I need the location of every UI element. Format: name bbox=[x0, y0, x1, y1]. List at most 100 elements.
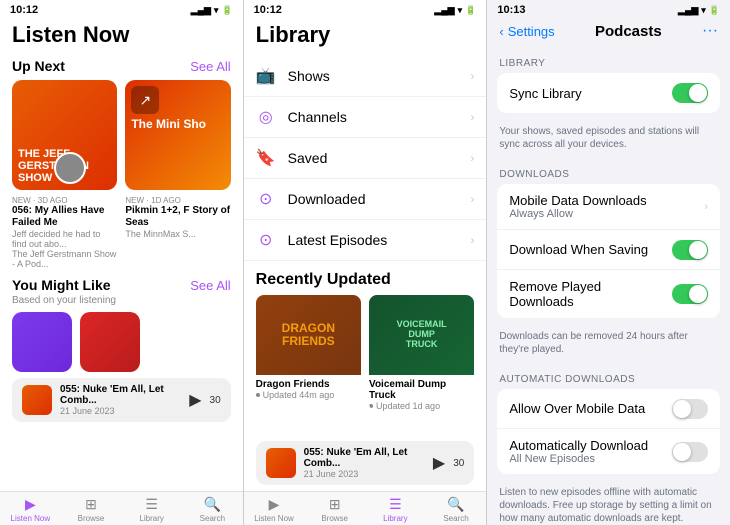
library-header: Library bbox=[244, 18, 487, 56]
voicemail-label: Voicemail Dump Truck bbox=[369, 379, 474, 401]
mini-thumb-p2 bbox=[266, 448, 296, 478]
status-icons-p1: ▂▄▆ ▾ 🔋 bbox=[191, 5, 233, 16]
ml-card-2[interactable] bbox=[80, 312, 140, 372]
mini-title-p2: 055: Nuke 'Em All, Let Comb... bbox=[304, 447, 425, 469]
auto-download-stack: Automatically Download All New Episodes bbox=[509, 438, 664, 465]
more-options-button[interactable]: ··· bbox=[702, 22, 718, 40]
status-bar-p1: 10:12 ▂▄▆ ▾ 🔋 bbox=[0, 0, 243, 18]
library-title: Library bbox=[256, 22, 475, 48]
tab-library[interactable]: ☰ Library bbox=[121, 496, 182, 523]
see-all-2-button[interactable]: See All bbox=[190, 278, 230, 293]
library-row-downloaded[interactable]: ⊙ Downloaded › bbox=[244, 179, 487, 220]
search-tab-icon-p2: 🔍 bbox=[447, 496, 464, 513]
sync-library-row[interactable]: Sync Library bbox=[497, 73, 720, 113]
voicemail-sub: Updated 1d ago bbox=[369, 401, 474, 411]
auto-download-row[interactable]: Automatically Download All New Episodes bbox=[497, 429, 720, 474]
downloaded-chevron: › bbox=[470, 192, 474, 206]
latest-label: Latest Episodes bbox=[288, 232, 459, 248]
dragon-updated: Updated 44m ago bbox=[263, 390, 335, 400]
saved-chevron: › bbox=[470, 151, 474, 165]
library-row-shows[interactable]: 📺 Shows › bbox=[244, 56, 487, 97]
saved-label: Saved bbox=[288, 150, 459, 166]
mini-info-p2: 055: Nuke 'Em All, Let Comb... 21 June 2… bbox=[304, 447, 425, 479]
mini-player-p2[interactable]: 055: Nuke 'Em All, Let Comb... 21 June 2… bbox=[256, 441, 475, 485]
dragon-sub: Updated 44m ago bbox=[256, 390, 361, 400]
recent-cards: DRAGONFRIENDS Dragon Friends Updated 44m… bbox=[244, 295, 487, 411]
see-all-1-button[interactable]: See All bbox=[190, 59, 230, 74]
back-chevron-icon: ‹ bbox=[499, 24, 503, 39]
mini-play-button-p2[interactable]: ▶ bbox=[433, 453, 445, 473]
auto-download-toggle[interactable] bbox=[672, 442, 708, 462]
mini-controls-p2: ▶ 30 bbox=[433, 453, 464, 473]
status-icons-p3: ▂▄▆ ▾ 🔋 bbox=[678, 5, 720, 16]
grid-icon-p2: ⊞ bbox=[329, 496, 341, 513]
listen-now-header: Listen Now bbox=[0, 18, 243, 54]
latest-chevron: › bbox=[470, 233, 474, 247]
downloaded-label: Downloaded bbox=[288, 191, 459, 207]
card2-icon: ↗ bbox=[131, 86, 159, 114]
panel-settings: 10:13 ▂▄▆ ▾ 🔋 ‹ Settings Podcasts ··· LI… bbox=[486, 0, 730, 525]
mobile-data-stack: Mobile Data Downloads Always Allow bbox=[509, 193, 696, 220]
recent-card-dragon[interactable]: DRAGONFRIENDS Dragon Friends Updated 44m… bbox=[256, 295, 361, 411]
tab-browse[interactable]: ⊞ Browse bbox=[61, 496, 122, 523]
tab-p2-library[interactable]: ☰ Library bbox=[365, 496, 426, 523]
tab-p2-listen-now[interactable]: ▶ Listen Now bbox=[244, 496, 305, 523]
mini-title-p1: 055: Nuke 'Em All, Let Comb... bbox=[60, 384, 181, 406]
mini-play-button-p1[interactable]: ▶ bbox=[189, 390, 201, 410]
mobile-data-chevron: › bbox=[704, 201, 708, 213]
signal-icon-p2: ▂▄▆ bbox=[434, 5, 454, 16]
library-row-saved[interactable]: 🔖 Saved › bbox=[244, 138, 487, 179]
page-title: Listen Now bbox=[12, 22, 231, 48]
might-like-cards bbox=[0, 312, 243, 372]
allow-over-mobile-row[interactable]: Allow Over Mobile Data bbox=[497, 389, 720, 429]
episode-info-row: NEW · 3D AGO 056: My Allies Have Failed … bbox=[0, 190, 243, 269]
mini-player-p1[interactable]: 055: Nuke 'Em All, Let Comb... 21 June 2… bbox=[12, 378, 231, 422]
mini-date-p1: 21 June 2023 bbox=[60, 406, 181, 416]
download-when-saving-row[interactable]: Download When Saving bbox=[497, 230, 720, 270]
auto-downloads-section-card: Allow Over Mobile Data Automatically Dow… bbox=[497, 389, 720, 474]
tab-search-label: Search bbox=[200, 514, 225, 523]
panel-library: 10:12 ▂▄▆ ▾ 🔋 Library 📺 Shows › ◎ Channe… bbox=[243, 0, 487, 525]
remove-played-toggle[interactable] bbox=[672, 284, 708, 304]
card-jeff-show[interactable]: THE JEFF GERSTMANN SHOW bbox=[12, 80, 117, 190]
dragon-label: Dragon Friends bbox=[256, 379, 361, 390]
library-row-channels[interactable]: ◎ Channels › bbox=[244, 97, 487, 138]
up-next-row: Up Next See All bbox=[0, 54, 243, 80]
recent-card-voicemail[interactable]: VOICEMAILDUMPTRUCK Voicemail Dump Truck … bbox=[369, 295, 474, 411]
battery-icon: 🔋 bbox=[221, 5, 232, 16]
battery-icon-p2: 🔋 bbox=[465, 5, 476, 16]
library-row-latest[interactable]: ⊙ Latest Episodes › bbox=[244, 220, 487, 261]
tab-library-label: Library bbox=[139, 514, 163, 523]
allow-over-mobile-toggle[interactable] bbox=[672, 399, 708, 419]
tab-listen-now[interactable]: ▶ Listen Now bbox=[0, 496, 61, 523]
tab-p2-browse[interactable]: ⊞ Browse bbox=[304, 496, 365, 523]
mobile-data-row[interactable]: Mobile Data Downloads Always Allow › bbox=[497, 184, 720, 230]
remove-played-row[interactable]: Remove Played Downloads bbox=[497, 270, 720, 318]
status-bar-p2: 10:12 ▂▄▆ ▾ 🔋 bbox=[244, 0, 487, 18]
mini-date-p2: 21 June 2023 bbox=[304, 469, 425, 479]
card-mini-show[interactable]: ↗ The Mini Sho bbox=[125, 80, 230, 190]
downloads-section-header: DOWNLOADS bbox=[487, 159, 730, 184]
card2-title: The Mini Sho bbox=[131, 118, 206, 131]
dragon-friends-art: DRAGONFRIENDS bbox=[256, 295, 361, 375]
library-list: 📺 Shows › ◎ Channels › 🔖 Saved › ⊙ Downl… bbox=[244, 56, 487, 435]
tab-p2-search-label: Search bbox=[443, 514, 468, 523]
panel-listen-now: 10:12 ▂▄▆ ▾ 🔋 Listen Now Up Next See All… bbox=[0, 0, 243, 525]
sync-library-toggle[interactable] bbox=[672, 83, 708, 103]
up-next-cards: THE JEFF GERSTMANN SHOW ↗ The Mini Sho bbox=[0, 80, 243, 190]
based-on-label: Based on your listening bbox=[0, 295, 243, 312]
download-when-saving-toggle[interactable] bbox=[672, 240, 708, 260]
wifi-icon: ▾ bbox=[214, 5, 219, 16]
voicemail-updated: Updated 1d ago bbox=[376, 401, 440, 411]
ml-card-1[interactable] bbox=[12, 312, 72, 372]
remove-played-desc: Downloads can be removed 24 hours after … bbox=[487, 328, 730, 364]
mini-skip-button-p1[interactable]: 30 bbox=[210, 395, 221, 406]
signal-icon-p3: ▂▄▆ bbox=[678, 5, 698, 16]
tab-p2-search[interactable]: 🔍 Search bbox=[426, 496, 487, 523]
mini-skip-button-p2[interactable]: 30 bbox=[453, 458, 464, 469]
tab-search[interactable]: 🔍 Search bbox=[182, 496, 243, 523]
recently-updated-title: Recently Updated bbox=[244, 261, 487, 295]
sync-library-desc: Your shows, saved episodes and stations … bbox=[487, 123, 730, 159]
wifi-icon-p2: ▾ bbox=[458, 5, 463, 16]
back-button[interactable]: ‹ Settings bbox=[499, 24, 554, 39]
